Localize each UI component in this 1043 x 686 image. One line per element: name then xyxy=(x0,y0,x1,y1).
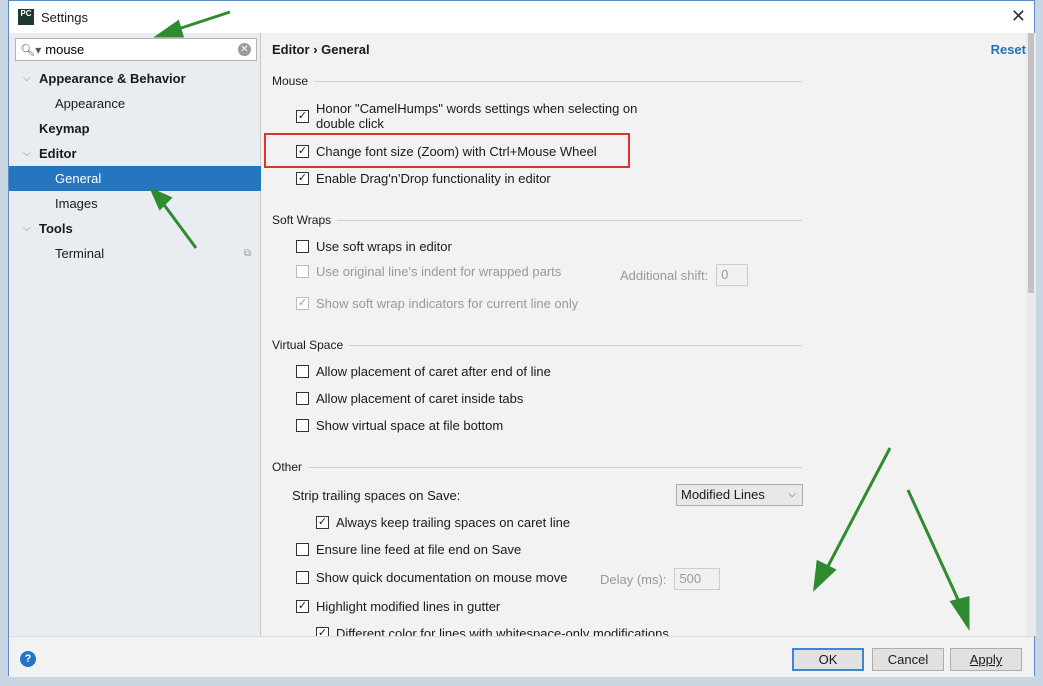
chevron-down-icon[interactable]: ⌵ xyxy=(23,216,31,241)
option-drag-drop[interactable]: ✓ Enable Drag'n'Drop functionality in edi… xyxy=(296,171,551,186)
tree-item-images[interactable]: Images xyxy=(9,191,261,216)
section-virtual-space: Virtual Space xyxy=(272,338,802,352)
section-other: Other xyxy=(272,460,802,474)
checkbox[interactable] xyxy=(296,265,309,278)
apply-button[interactable]: Apply xyxy=(950,648,1022,671)
scrollbar[interactable] xyxy=(1026,33,1036,636)
checkbox[interactable]: ✓ xyxy=(296,172,309,185)
checkbox[interactable]: ✓ xyxy=(296,600,309,613)
search-input[interactable] xyxy=(45,42,226,57)
checkbox[interactable]: ✓ xyxy=(316,627,329,636)
highlight-box xyxy=(264,133,630,168)
checkbox[interactable] xyxy=(296,240,309,253)
checkbox[interactable] xyxy=(296,571,309,584)
chevron-down-icon[interactable]: ⌵ xyxy=(23,141,31,166)
dialog-footer: ? OK Cancel Apply xyxy=(9,636,1034,677)
chevron-down-icon[interactable]: ⌵ xyxy=(23,66,31,91)
title-bar: PC Settings ✕ xyxy=(9,1,1034,33)
reset-link[interactable]: Reset xyxy=(991,42,1026,57)
clear-search-icon[interactable]: ✕ xyxy=(238,43,251,56)
project-level-icon: ⧉ xyxy=(243,248,251,259)
tree-item-keymap[interactable]: Keymap xyxy=(9,116,261,141)
checkbox[interactable] xyxy=(296,365,309,378)
checkbox[interactable]: ✓ xyxy=(296,110,309,123)
help-icon[interactable]: ? xyxy=(20,651,36,667)
option-soft-wraps[interactable]: Use soft wraps in editor xyxy=(296,239,452,254)
pycharm-logo-icon: PC xyxy=(18,9,34,25)
option-caret-end[interactable]: Allow placement of caret after end of li… xyxy=(296,364,551,379)
additional-shift-input[interactable]: 0 xyxy=(716,264,749,286)
option-keep-trailing[interactable]: ✓ Always keep trailing spaces on caret li… xyxy=(316,515,570,530)
tree-item-general[interactable]: General xyxy=(9,166,261,191)
strip-trailing-label: Strip trailing spaces on Save: xyxy=(292,488,461,503)
section-soft-wraps: Soft Wraps xyxy=(272,213,802,227)
checkbox[interactable] xyxy=(296,543,309,556)
breadcrumb: Editor › General xyxy=(272,42,370,57)
tree-item-appearance-behavior[interactable]: ⌵ Appearance & Behavior xyxy=(9,66,261,91)
checkbox[interactable] xyxy=(296,392,309,405)
option-highlight-modified[interactable]: ✓ Highlight modified lines in gutter xyxy=(296,599,500,614)
cancel-button[interactable]: Cancel xyxy=(872,648,944,671)
settings-sidebar: 🔍︎▾ ✕ ⌵Appearance & Behavior Appearance … xyxy=(9,33,261,636)
option-caret-tabs[interactable]: Allow placement of caret inside tabs xyxy=(296,391,523,406)
window-title: Settings xyxy=(41,9,88,25)
settings-dialog: PC Settings ✕ 🔍︎▾ ✕ ⌵Appearance & Behavi… xyxy=(8,0,1036,677)
delay: Delay (ms): 500 xyxy=(600,568,721,590)
close-icon[interactable]: ✕ xyxy=(1011,6,1026,27)
checkbox[interactable] xyxy=(296,419,309,432)
settings-content: Editor › General Reset Mouse ✓ Honor "Cam… xyxy=(262,33,1036,636)
tree-item-appearance[interactable]: Appearance xyxy=(9,91,261,116)
option-original-indent[interactable]: Use original line's indent for wrapped p… xyxy=(296,264,561,279)
additional-shift: Additional shift: 0 xyxy=(620,264,749,286)
option-camelhumps[interactable]: ✓ Honor "CamelHumps" words settings when … xyxy=(296,101,637,131)
option-virtual-space-bottom[interactable]: Show virtual space at file bottom xyxy=(296,418,503,433)
chevron-down-icon: ⌵ xyxy=(788,489,796,500)
tree-item-editor[interactable]: ⌵ Editor xyxy=(9,141,261,166)
checkbox[interactable]: ✓ xyxy=(316,516,329,529)
option-wrap-indicators[interactable]: ✓ Show soft wrap indicators for current l… xyxy=(296,296,578,311)
option-quick-doc[interactable]: Show quick documentation on mouse move xyxy=(296,570,567,585)
section-mouse: Mouse xyxy=(272,74,802,88)
tree-item-tools[interactable]: ⌵ Tools xyxy=(9,216,261,241)
option-different-color[interactable]: ✓ Different color for lines with whitespa… xyxy=(316,626,669,636)
option-line-feed[interactable]: Ensure line feed at file end on Save xyxy=(296,542,521,557)
strip-trailing-select[interactable]: Modified Lines ⌵ xyxy=(676,484,803,506)
scrollbar-thumb[interactable] xyxy=(1028,33,1034,293)
tree-item-terminal[interactable]: Terminal ⧉ xyxy=(9,241,261,266)
ok-button[interactable]: OK xyxy=(792,648,864,671)
search-icon: 🔍︎▾ xyxy=(20,42,42,57)
checkbox[interactable]: ✓ xyxy=(296,297,309,310)
delay-input[interactable]: 500 xyxy=(674,568,721,590)
search-box[interactable]: 🔍︎▾ ✕ xyxy=(15,38,257,61)
